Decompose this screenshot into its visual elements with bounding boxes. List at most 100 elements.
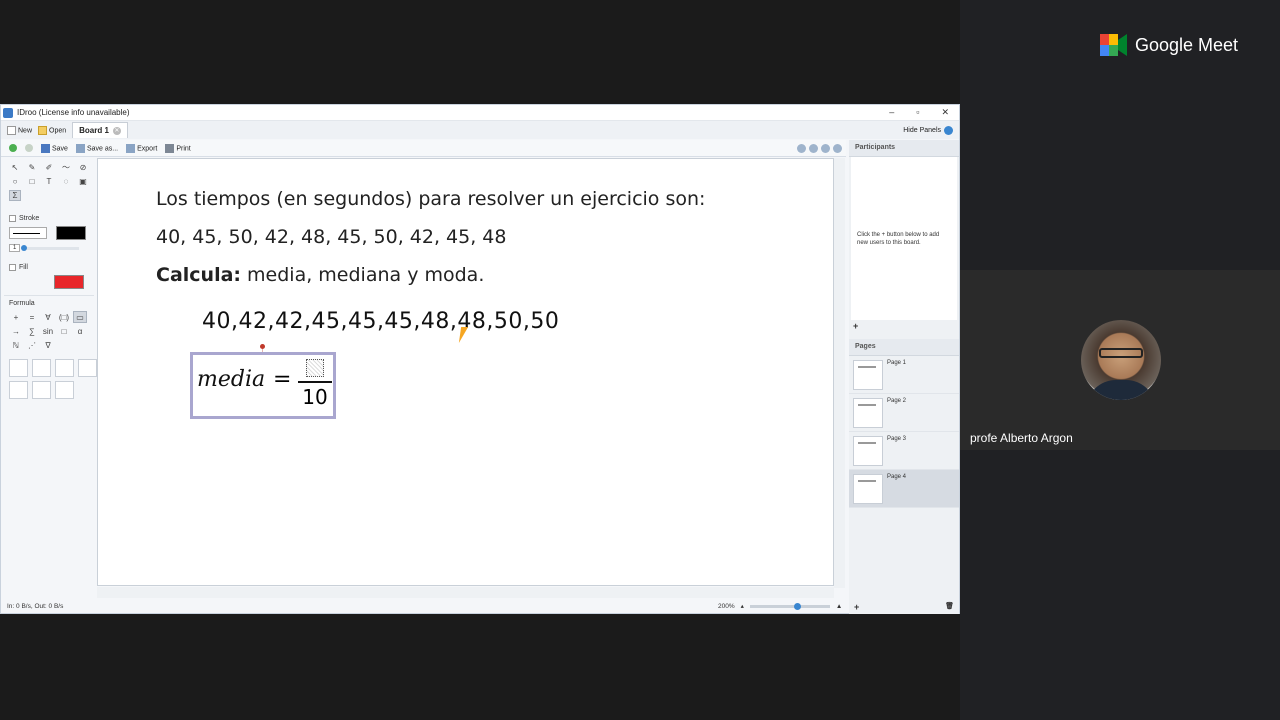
close-button[interactable]: ✕ [941,107,949,118]
fraction-icon[interactable]: ▭ [73,311,87,323]
title-bar: IDroo (License info unavailable) – ▫ ✕ [1,105,959,121]
open-button[interactable]: Open [38,125,66,135]
marker-tool-icon[interactable]: ✐ [43,162,55,173]
zoom-out-icon[interactable]: ▴ [741,602,744,610]
print-icon [165,143,175,153]
settings-icon[interactable] [809,143,818,153]
sum-icon[interactable]: ∑ [25,325,39,337]
formula-operators: + = ∀ (□) ▭ → ∑ sin □ α ℕ ⋰ ∇ [4,309,94,353]
undo-icon[interactable] [9,144,17,152]
pages-header: Pages [849,339,959,356]
window-controls: – ▫ ✕ [889,107,959,118]
task-bold: Calcula: [156,264,241,286]
participant-video [1081,320,1161,400]
image-tool-icon[interactable]: ▣ [77,176,89,187]
add-participant-button[interactable]: + [853,321,858,331]
help-icon[interactable] [833,143,842,153]
numerator-placeholder[interactable] [306,359,324,377]
arrow-right-icon [944,125,953,135]
ellipse-tool-icon[interactable]: ○ [9,176,21,187]
close-tab-icon[interactable]: ✕ [112,126,121,135]
nabla-icon[interactable]: ∇ [41,339,55,351]
redo-icon[interactable] [25,144,33,152]
page-item[interactable]: Page 1 [849,356,959,394]
maximize-button[interactable]: ▫ [916,107,919,118]
formula-structures [4,353,97,405]
fullscreen-icon[interactable] [797,143,806,153]
minimize-button[interactable]: – [889,107,894,118]
comment-tool-icon[interactable]: ◌ [60,176,72,187]
struct-subscript-icon[interactable] [55,359,74,377]
info-icon[interactable] [821,143,830,153]
arrow-icon[interactable]: → [9,325,23,337]
rectangle-tool-icon[interactable]: □ [26,176,38,187]
problem-statement[interactable]: Los tiempos (en segundos) para resolver … [156,188,705,210]
participants-footer: + [849,320,959,332]
zoom-control: 200% ▴ ▲ [718,602,842,610]
line-style-select[interactable] [9,227,47,239]
whiteboard-canvas[interactable]: Los tiempos (en segundos) para resolver … [97,158,834,586]
stroke-section: Stroke [4,213,94,224]
alpha-icon[interactable]: α [73,325,87,337]
fill-label: Fill [19,264,28,271]
horizontal-scrollbar[interactable] [97,587,834,598]
dots-icon[interactable]: ⋰ [25,339,39,351]
equals-icon[interactable]: = [25,311,39,323]
stroke-width-input[interactable]: 1 [9,244,21,252]
struct-subsup-icon[interactable] [78,359,97,377]
zoom-slider[interactable] [749,602,830,610]
pencil-tool-icon[interactable]: ✎ [26,162,38,173]
struct-under-icon[interactable] [32,381,51,399]
tab-board-1[interactable]: Board 1 ✕ [72,122,128,138]
participants-hint: Click the + button below to add new user… [857,232,940,246]
save-as-button[interactable]: Save as... [75,143,118,153]
text-tool-icon[interactable]: T [43,176,55,187]
formula-object[interactable]: media = 10 [190,352,336,419]
save-icon [41,143,50,153]
parens-icon[interactable]: (□) [57,311,71,323]
select-tool-icon[interactable]: ↖ [9,162,21,173]
page-thumbnail [853,436,883,466]
page-item[interactable]: Page 3 [849,432,959,470]
plus-icon[interactable]: + [9,311,23,323]
struct-fraction-icon[interactable] [9,359,28,377]
task-line[interactable]: Calcula: media, mediana y moda. [156,264,484,286]
formula-section: Formula [4,295,94,309]
save-button[interactable]: Save [41,143,68,153]
forall-icon[interactable]: ∀ [41,311,55,323]
fill-color-swatch[interactable] [54,275,84,289]
eraser-tool-icon[interactable]: ⊘ [77,162,89,173]
sin-icon[interactable]: sin [41,325,55,337]
stroke-style-row [4,224,94,242]
print-button[interactable]: Print [165,143,191,153]
zoom-in-icon[interactable]: ▲ [836,603,842,610]
stroke-color-swatch[interactable] [56,226,86,240]
fraction-bar [298,381,332,383]
naturals-icon[interactable]: ℕ [9,339,23,351]
sorted-values[interactable]: 40,42,42,45,45,45,48,48,50,50 [202,309,559,334]
stroke-checkbox[interactable] [9,215,16,222]
participants-header: Participants [849,140,959,157]
vertical-scrollbar[interactable] [834,158,845,588]
export-button[interactable]: Export [126,143,157,153]
page-item[interactable]: Page 2 [849,394,959,432]
network-status: In: 0 B/s, Out: 0 B/s [7,602,64,610]
page-item-active[interactable]: Page 4 [849,470,959,508]
new-button[interactable]: New [7,125,32,135]
struct-superscript-icon[interactable] [32,359,51,377]
stroke-width-slider[interactable] [21,244,80,251]
formula-tool-icon[interactable]: Σ [9,190,21,201]
toolbar-right-icons [797,143,846,153]
hide-panels-button[interactable]: Hide Panels [903,125,959,135]
line-tool-icon[interactable]: 〜 [60,162,72,173]
window-title: IDroo (License info unavailable) [17,108,130,117]
data-values[interactable]: 40, 45, 50, 42, 48, 45, 50, 42, 45, 48 [156,226,506,248]
box-icon[interactable]: □ [57,325,71,337]
participant-tile[interactable]: profe Alberto Argon [960,270,1280,450]
struct-over-icon[interactable] [55,381,74,399]
struct-sqrt-icon[interactable] [9,381,28,399]
new-file-icon [7,125,16,135]
right-panel: Participants Click the + button below to… [849,140,959,614]
fill-checkbox[interactable] [9,264,16,271]
tab-bar: New Open Board 1 ✕ Hide Panels [1,121,959,139]
